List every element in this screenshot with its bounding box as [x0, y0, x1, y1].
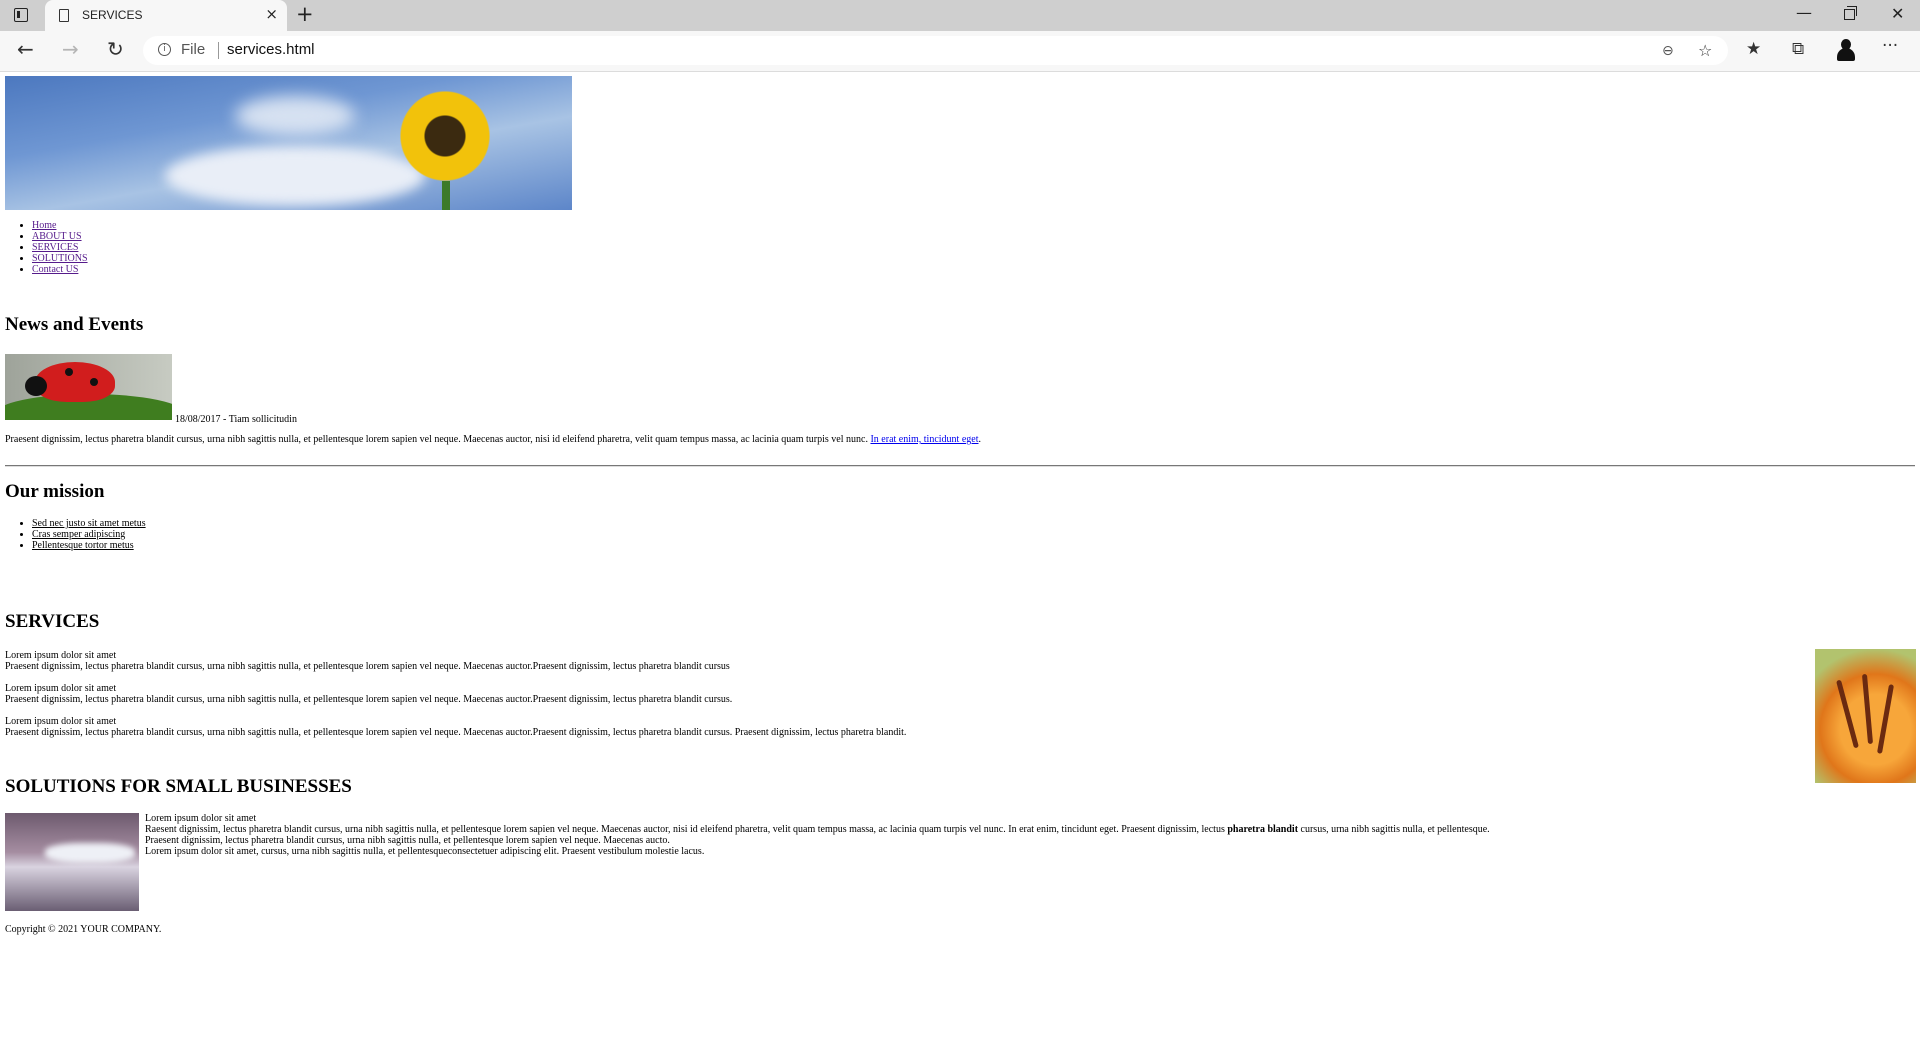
mission-heading: Our mission: [5, 481, 105, 502]
minimize-button[interactable]: —: [1796, 3, 1812, 22]
nav-link-services[interactable]: SERVICES: [32, 242, 78, 253]
horizontal-rule: [5, 465, 1915, 467]
news-paragraph: Praesent dignissim, lectus pharetra blan…: [5, 434, 981, 445]
nav-item-solutions: SOLUTIONS: [32, 253, 88, 264]
ladybug-image: [5, 354, 172, 420]
cloud-shape: [235, 96, 355, 136]
solutions-line: Praesent dignissim, lectus pharetra blan…: [145, 835, 670, 846]
solutions-heading: SOLUTIONS FOR SMALL BUSINESSES: [5, 776, 352, 797]
browser-toolbar: ← → ↻ i File services.html ⊖ ☆ ★ ⧉ ···: [0, 31, 1920, 72]
water-shape: [45, 843, 135, 863]
news-heading: News and Events: [5, 314, 144, 335]
close-tab-icon[interactable]: ×: [265, 5, 278, 23]
nav-item-contact: Contact US: [32, 264, 88, 275]
nav-link-about[interactable]: ABOUT US: [32, 231, 82, 242]
mission-list: Sed nec justo sit amet metus Cras semper…: [14, 518, 146, 551]
forward-arrow-icon[interactable]: →: [62, 37, 79, 61]
stamen-shape: [1876, 684, 1895, 754]
ladybug-spot: [90, 378, 98, 386]
tab-actions-icon[interactable]: [14, 8, 28, 22]
service-item: Lorem ipsum dolor sit amet Praesent dign…: [5, 716, 906, 738]
lily-image: [1815, 649, 1916, 783]
page-icon: [59, 9, 69, 22]
address-url[interactable]: services.html: [227, 41, 315, 58]
solutions-text-part: cursus, urna nibh sagittis nulla, et pel…: [1298, 824, 1490, 835]
profile-avatar[interactable]: [1836, 39, 1856, 61]
nav-item-home: Home: [32, 220, 88, 231]
mission-item: Pellentesque tortor metus: [32, 540, 146, 551]
add-favorite-icon[interactable]: ☆: [1698, 41, 1712, 60]
tab-services[interactable]: SERVICES ×: [45, 0, 287, 31]
news-date: 18/08/2017 - Tiam sollicitudin: [175, 414, 297, 425]
ladybug-shape: [35, 362, 115, 402]
address-bar[interactable]: i File services.html ⊖ ☆: [143, 36, 1728, 65]
web-page: Home ABOUT US SERVICES SOLUTIONS Contact…: [0, 72, 1920, 1040]
service-text: Praesent dignissim, lectus pharetra blan…: [5, 694, 733, 705]
stamen-shape: [1836, 679, 1859, 749]
tab-strip: SERVICES × + — ✕: [0, 0, 1920, 31]
address-separator: [218, 42, 219, 59]
avatar-body: [1837, 48, 1855, 61]
reload-icon[interactable]: ↻: [107, 37, 124, 61]
stamen-shape: [1861, 673, 1874, 745]
ladybug-head-shape: [25, 376, 47, 396]
services-heading: SERVICES: [5, 611, 100, 632]
news-link[interactable]: In erat enim, tincidunt eget: [870, 434, 978, 445]
collections-icon[interactable]: ⧉: [1792, 39, 1804, 59]
service-text: Praesent dignissim, lectus pharetra blan…: [5, 661, 730, 672]
restore-button[interactable]: [1844, 6, 1857, 20]
favorites-icon[interactable]: ★: [1746, 39, 1761, 59]
solutions-bold-text: pharetra blandit: [1227, 824, 1299, 835]
nav-link-home[interactable]: Home: [32, 220, 56, 231]
solutions-text-part: Raesent dignissim, lectus pharetra bland…: [145, 824, 1228, 835]
address-scheme: File: [181, 41, 206, 58]
news-text: Praesent dignissim, lectus pharetra blan…: [5, 434, 871, 445]
window-close-button[interactable]: ✕: [1891, 4, 1904, 23]
zoom-out-icon[interactable]: ⊖: [1662, 43, 1674, 59]
service-title: Lorem ipsum dolor sit amet: [5, 716, 117, 727]
service-text: Praesent dignissim, lectus pharetra blan…: [5, 727, 907, 738]
waterfall-image: [5, 813, 139, 911]
solutions-line: Raesent dignissim, lectus pharetra bland…: [145, 824, 1490, 835]
tab-title: SERVICES: [82, 8, 143, 22]
service-title: Lorem ipsum dolor sit amet: [5, 650, 117, 661]
more-icon[interactable]: ···: [1882, 36, 1898, 56]
mission-link[interactable]: Pellentesque tortor metus: [32, 540, 134, 551]
header-sunflower-image: [5, 76, 572, 210]
footer-copyright: Copyright © 2021 YOUR COMPANY.: [5, 924, 162, 935]
new-tab-button[interactable]: +: [296, 2, 314, 26]
ladybug-spot: [65, 368, 73, 376]
nav-link-contact[interactable]: Contact US: [32, 264, 78, 275]
solutions-line: Lorem ipsum dolor sit amet, cursus, urna…: [145, 846, 705, 857]
back-arrow-icon[interactable]: ←: [17, 37, 34, 61]
nav-item-services: SERVICES: [32, 242, 88, 253]
mission-item: Sed nec justo sit amet metus: [32, 518, 146, 529]
sunflower-shape: [395, 86, 495, 186]
nav-link-solutions[interactable]: SOLUTIONS: [32, 253, 88, 264]
mission-item: Cras semper adipiscing: [32, 529, 146, 540]
mission-link[interactable]: Sed nec justo sit amet metus: [32, 518, 146, 529]
service-title: Lorem ipsum dolor sit amet: [5, 683, 117, 694]
solutions-line: Lorem ipsum dolor sit amet: [145, 813, 257, 824]
news-text-end: .: [978, 434, 982, 445]
mission-link[interactable]: Cras semper adipiscing: [32, 529, 125, 540]
solutions-text: Lorem ipsum dolor sit amet Raesent digni…: [145, 813, 1490, 857]
main-nav: Home ABOUT US SERVICES SOLUTIONS Contact…: [14, 220, 88, 275]
nav-item-about: ABOUT US: [32, 231, 88, 242]
cloud-shape: [165, 146, 425, 206]
service-item: Lorem ipsum dolor sit amet Praesent dign…: [5, 683, 732, 705]
info-icon[interactable]: i: [158, 43, 171, 56]
service-item: Lorem ipsum dolor sit amet Praesent dign…: [5, 650, 730, 672]
